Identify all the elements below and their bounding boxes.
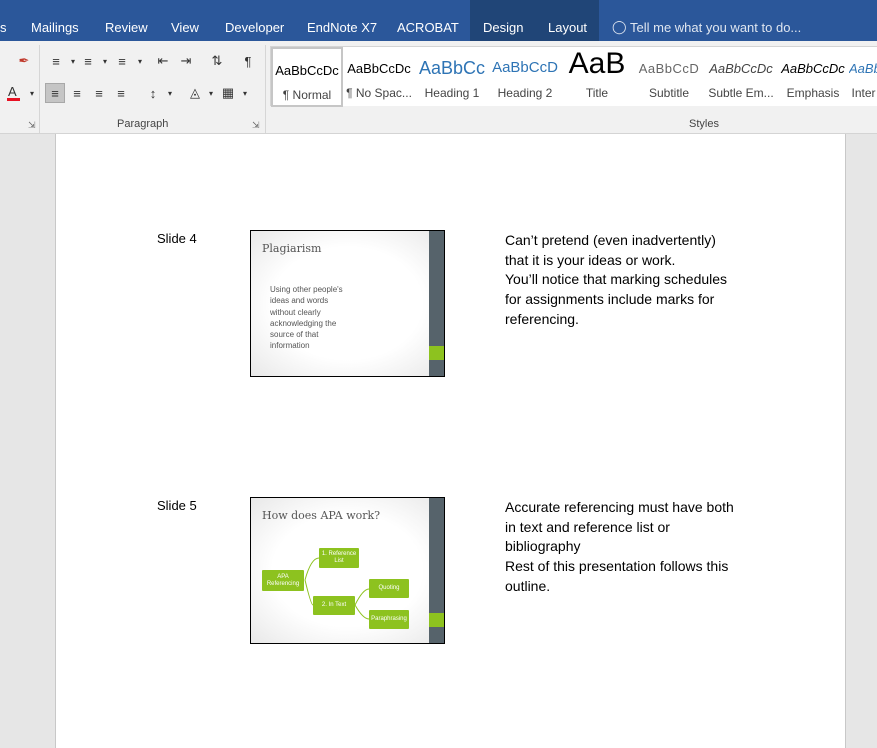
tab-view[interactable]: View xyxy=(171,20,199,35)
slide-4-title: Plagiarism xyxy=(262,242,322,255)
tab-layout[interactable]: Layout xyxy=(548,20,587,35)
slide-accent xyxy=(429,346,444,360)
align-left-icon[interactable]: ≡ xyxy=(45,83,65,103)
decrease-indent-icon[interactable]: ⇤ xyxy=(153,51,173,71)
paragraph-launcher-icon[interactable]: ⇲ xyxy=(252,120,260,131)
diagram-node-apa-referencing: APA Referencing xyxy=(262,570,304,591)
slide-4-thumbnail[interactable]: Plagiarism Using other people's ideas an… xyxy=(250,230,445,377)
paragraph-group-label: Paragraph xyxy=(117,118,169,130)
diagram-node-reference-list: 1. Reference List xyxy=(319,548,359,568)
style-sample: AaBbCcDc xyxy=(275,63,339,78)
style-sample: AaBbCcD xyxy=(492,59,558,76)
slide-body-line: source of that xyxy=(270,330,319,340)
tab-developer[interactable]: Developer xyxy=(225,20,284,35)
slide-5-thumbnail[interactable]: How does APA work? APA Referencing 1. Re… xyxy=(250,497,445,644)
slide-body-line: ideas and words xyxy=(270,296,329,306)
slide-4-label: Slide 4 xyxy=(157,231,197,246)
note-line: bibliography xyxy=(505,538,581,555)
font-color-button[interactable]: A xyxy=(4,83,24,103)
svg-text:A: A xyxy=(8,84,17,99)
style-item-heading-2[interactable]: AaBbCcD Heading 2 xyxy=(489,47,561,107)
note-line: Accurate referencing must have both xyxy=(505,499,734,515)
separator xyxy=(39,45,40,133)
note-line: You’ll notice that marking schedules xyxy=(505,271,728,288)
style-item-title[interactable]: AaB Title xyxy=(561,47,633,107)
diagram-node-in-text: 2. In Text xyxy=(313,596,355,615)
note-line: Can’t pretend (even inadvertently) xyxy=(505,232,716,248)
tab-mailings[interactable]: Mailings xyxy=(31,20,79,35)
diagram-node-paraphrasing: Paraphrasing xyxy=(369,610,409,629)
style-name: ¶ Normal xyxy=(282,88,332,102)
style-item-heading-1[interactable]: AaBbCc Heading 1 xyxy=(416,47,488,107)
style-item-no-spac[interactable]: AaBbCcDc ¶ No Spac... xyxy=(343,47,415,107)
borders-dropdown-icon[interactable]: ▾ xyxy=(235,83,255,103)
slide-4-body: Using other people's ideas and words wit… xyxy=(270,284,380,352)
style-item-normal[interactable]: AaBbCcDc ¶ Normal xyxy=(271,47,343,107)
lightbulb-icon: ◯ xyxy=(612,19,627,34)
tab-home-partial[interactable]: s xyxy=(0,20,7,35)
style-item-inter[interactable]: AaBb Inter xyxy=(849,47,877,107)
note-line: that it is your ideas or work. xyxy=(505,251,676,268)
style-sample: AaBbCcDc xyxy=(347,61,411,76)
slide-5-label: Slide 5 xyxy=(157,498,197,513)
style-item-emphasis[interactable]: AaBbCcDc Emphasis xyxy=(777,47,849,107)
slide-4-notes: Can’t pretend (even inadvertently) that … xyxy=(505,231,765,330)
style-name: Title xyxy=(585,86,609,100)
align-center-icon[interactable]: ≡ xyxy=(67,83,87,103)
line-spacing-dropdown-icon[interactable]: ▾ xyxy=(160,83,180,103)
diagram-node-quoting: Quoting xyxy=(369,579,409,598)
style-name: Emphasis xyxy=(786,86,840,100)
style-name: Heading 1 xyxy=(424,86,480,100)
style-sample: AaBbCcDc xyxy=(781,61,845,76)
style-name: Inter xyxy=(851,86,876,100)
style-item-subtitle[interactable]: AaBbCcD Subtitle xyxy=(633,47,705,107)
note-line: in text and reference list or xyxy=(505,518,670,535)
style-sample: AaB xyxy=(568,47,626,80)
slide-body-line: acknowledging the xyxy=(270,318,337,328)
document-page[interactable]: Slide 4 Plagiarism Using other people's … xyxy=(55,134,846,748)
tell-me-input[interactable]: Tell me what you want to do... xyxy=(630,20,801,35)
font-color-icon: A xyxy=(7,84,20,101)
tab-acrobat[interactable]: ACROBAT xyxy=(397,20,459,35)
note-line: Rest of this presentation follows this xyxy=(505,558,729,575)
justify-icon[interactable]: ≡ xyxy=(111,83,131,103)
style-name: Heading 2 xyxy=(497,86,553,100)
style-name: Subtle Em... xyxy=(708,86,774,100)
slide-body-line: information xyxy=(270,341,310,351)
multilevel-dropdown-icon[interactable]: ▾ xyxy=(130,51,150,71)
style-item-subtle-em[interactable]: AaBbCcDc Subtle Em... xyxy=(705,47,777,107)
sort-icon[interactable]: ⇅ xyxy=(207,51,227,71)
slide-body-line: Using other people's xyxy=(270,285,343,294)
ribbon: ✒ A ▾ ⇲ ≡ ▾ ≡ ▾ ≡ ▾ ⇤ ⇥ ⇅ ¶ ≡ ≡ ≡ ≡ ↕ ▾ … xyxy=(0,41,877,134)
slide-body-line: without clearly xyxy=(270,307,321,317)
ribbon-tab-bar: s Mailings Review View Developer EndNote… xyxy=(0,0,877,41)
tab-design[interactable]: Design xyxy=(483,20,523,35)
slide-5-notes: Accurate referencing must have both in t… xyxy=(505,498,765,597)
separator xyxy=(265,45,266,133)
show-formatting-icon[interactable]: ¶ xyxy=(238,51,258,71)
styles-gallery: AaBbCcDc ¶ Normal AaBbCcDc ¶ No Spac... AaBb… xyxy=(270,46,877,107)
note-line: outline. xyxy=(505,577,551,594)
style-sample: AaBbCcDc xyxy=(709,61,773,76)
style-name: ¶ No Spac... xyxy=(346,86,412,100)
style-sample: AaBbCc xyxy=(418,58,486,78)
multilevel-list-icon[interactable]: ≡ xyxy=(112,51,132,71)
note-line: referencing. xyxy=(505,310,579,327)
style-sample: AaBb xyxy=(849,61,877,76)
tab-endnote[interactable]: EndNote X7 xyxy=(307,20,377,35)
increase-indent-icon[interactable]: ⇥ xyxy=(176,51,196,71)
align-right-icon[interactable]: ≡ xyxy=(89,83,109,103)
clear-formatting-icon[interactable]: ✒ xyxy=(14,51,34,71)
tab-review[interactable]: Review xyxy=(105,20,148,35)
style-name: Subtitle xyxy=(648,86,690,100)
note-line: for assignments include marks for xyxy=(505,291,715,308)
font-launcher-icon[interactable]: ⇲ xyxy=(28,120,36,131)
style-sample: AaBbCcD xyxy=(638,61,700,76)
styles-group-label: Styles xyxy=(689,118,719,130)
